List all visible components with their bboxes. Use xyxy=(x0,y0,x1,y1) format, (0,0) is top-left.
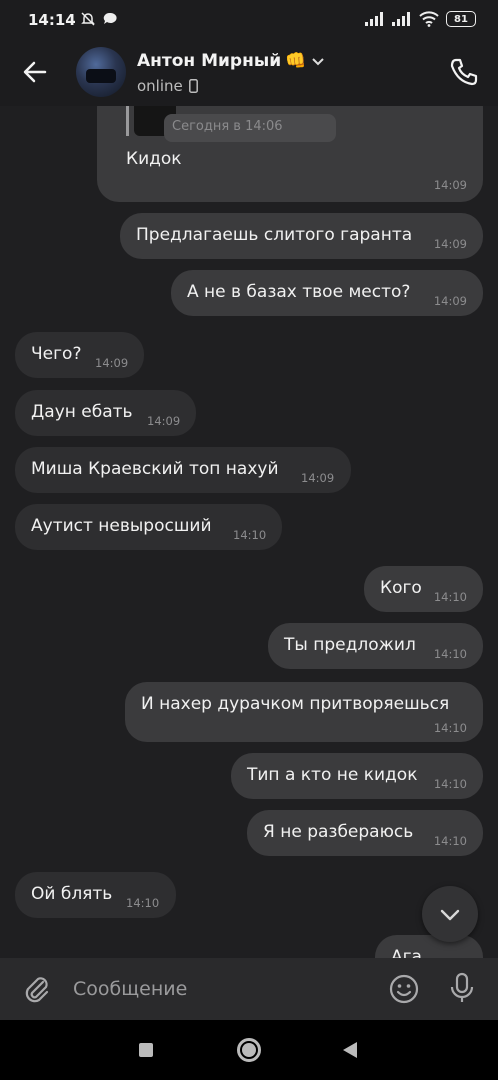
message-text: Ага xyxy=(391,947,422,958)
message-time: 14:09 xyxy=(433,294,467,308)
contact-name-text: Антон Мирный xyxy=(137,51,282,71)
back-button[interactable] xyxy=(343,1042,357,1058)
message-notification-icon xyxy=(103,12,117,24)
message-text: Предлагаешь слитого гаранта xyxy=(136,225,413,245)
home-button[interactable] xyxy=(237,1038,261,1062)
status-time: 14:14 xyxy=(28,11,76,29)
message-text: Даун ебать xyxy=(31,402,133,422)
message-text: Ты предложил xyxy=(284,635,416,655)
message-list[interactable]: Кидок 14:09 Сегодня в 14:06 Предлагаешь … xyxy=(0,106,498,958)
message-time: 14:09 xyxy=(95,356,129,370)
signal-r-icon xyxy=(392,12,410,26)
outgoing-message[interactable]: Тип а кто не кидок 14:10 xyxy=(231,753,483,799)
message-text: А не в базах твое место? xyxy=(187,282,411,302)
microphone-icon[interactable] xyxy=(447,971,477,1005)
outgoing-message[interactable]: Предлагаешь слитого гаранта 14:09 xyxy=(120,213,483,259)
recents-button[interactable] xyxy=(139,1043,153,1057)
battery-icon: 81 xyxy=(446,11,476,27)
message-time: 14:09 xyxy=(301,471,335,485)
message-text: Ой блять xyxy=(31,884,113,904)
incoming-message[interactable]: Чего? 14:09 xyxy=(15,332,144,378)
outgoing-message[interactable]: Кого 14:10 xyxy=(364,566,483,612)
message-time: 14:10 xyxy=(433,647,467,661)
message-time: 14:09 xyxy=(433,237,467,251)
system-navigation-bar xyxy=(0,1020,498,1080)
chat-header: Антон Мирный 👊 online xyxy=(0,40,498,106)
message-input[interactable]: Сообщение xyxy=(73,978,187,1000)
message-time: 14:09 xyxy=(433,178,467,192)
message-time: 14:10 xyxy=(433,590,467,604)
arrow-left-icon[interactable] xyxy=(20,57,50,87)
message-text: Аутист невыросший xyxy=(31,516,212,536)
message-text: И нахер дурачком притворяешься xyxy=(141,694,450,714)
incoming-message[interactable]: Аутист невыросший 14:10 xyxy=(15,504,282,550)
incoming-message[interactable]: Даун ебать 14:09 xyxy=(15,390,196,436)
signal-icon xyxy=(365,12,383,26)
outgoing-message[interactable]: Ты предложил 14:10 xyxy=(268,623,483,669)
message-text: Я не разбераюсь xyxy=(263,822,414,842)
message-time: 14:09 xyxy=(147,414,181,428)
scroll-down-button[interactable] xyxy=(422,886,478,942)
message-time: 14:10 xyxy=(433,721,467,735)
incoming-message[interactable]: Миша Краевский топ нахуй 14:09 xyxy=(15,447,351,493)
message-time: 14:10 xyxy=(433,834,467,848)
incoming-message[interactable]: Ой блять 14:10 xyxy=(15,872,176,918)
contact-status-text: online xyxy=(137,77,183,95)
fist-emoji: 👊 xyxy=(285,51,307,71)
outgoing-message[interactable]: А не в базах твое место? 14:09 xyxy=(171,270,483,316)
message-text: Кого xyxy=(380,578,422,598)
message-text: Тип а кто не кидок xyxy=(247,765,418,785)
paperclip-icon[interactable] xyxy=(22,973,52,1005)
message-composer: Сообщение xyxy=(0,958,498,1020)
smiley-icon[interactable] xyxy=(388,973,420,1005)
chevron-down-icon xyxy=(440,909,460,921)
alarm-off-icon xyxy=(81,12,95,26)
outgoing-message[interactable]: Я не разбераюсь 14:10 xyxy=(247,810,483,856)
quote-date: Сегодня в 14:06 xyxy=(164,114,336,142)
message-time: 14:10 xyxy=(126,896,160,910)
message-text: Чего? xyxy=(31,344,82,364)
wifi-icon xyxy=(419,11,439,27)
contact-name[interactable]: Антон Мирный 👊 xyxy=(137,51,326,71)
quote-bar xyxy=(126,106,129,136)
contact-status: online xyxy=(137,77,198,95)
message-time: 14:10 xyxy=(433,777,467,791)
status-bar: 14:14 81 xyxy=(0,0,498,40)
message-text: Кидок xyxy=(126,149,182,169)
outgoing-message[interactable]: И нахер дурачком притворяешься 14:10 xyxy=(125,682,483,742)
chevron-down-icon[interactable] xyxy=(310,53,326,69)
message-text: Миша Краевский топ нахуй xyxy=(31,459,279,479)
phone-icon[interactable] xyxy=(448,56,480,88)
message-time: 14:10 xyxy=(233,528,267,542)
avatar[interactable] xyxy=(76,47,126,97)
mobile-device-icon xyxy=(188,79,198,93)
